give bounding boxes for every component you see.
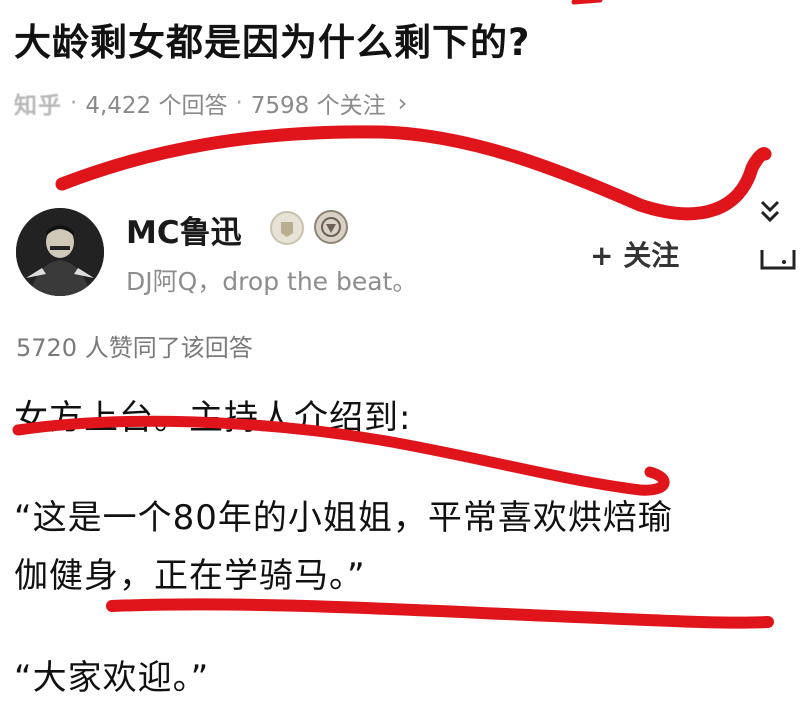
answers-count[interactable]: 4,422 个回答 bbox=[85, 86, 227, 120]
separator: · bbox=[235, 90, 243, 116]
red-marker-stroke bbox=[55, 125, 772, 221]
comment-icon[interactable] bbox=[760, 250, 796, 270]
likes-count: 5720 人赞同了该回答 bbox=[16, 334, 253, 362]
follow-button[interactable]: + 关注 bbox=[590, 234, 679, 274]
achievement-badge-glyph bbox=[321, 217, 341, 237]
medal-badge-glyph bbox=[281, 222, 293, 237]
answer-paragraph: “这是一个80年的小姐姐，平常喜欢烘焙瑜 bbox=[14, 498, 673, 538]
question-title[interactable]: 大龄剩女都是因为什么剩下的? bbox=[14, 12, 530, 66]
avatar[interactable] bbox=[16, 208, 104, 296]
answer-paragraph: “大家欢迎。” bbox=[14, 658, 210, 698]
source-label: 知乎 bbox=[14, 93, 62, 119]
chevron-right-icon[interactable]: › bbox=[398, 89, 408, 117]
achievement-badge-icon[interactable] bbox=[314, 210, 348, 244]
side-action-icons bbox=[760, 200, 796, 270]
separator: · bbox=[70, 90, 78, 116]
answer-paragraph: 女方上台。主持人介绍到: bbox=[14, 398, 412, 438]
author-name[interactable]: MC鲁迅 bbox=[126, 207, 242, 252]
author-bio: DJ阿Q，drop the beat。 bbox=[126, 267, 418, 296]
followers-count[interactable]: 7598 个关注 bbox=[251, 86, 386, 120]
medal-badge-icon[interactable] bbox=[270, 211, 304, 245]
double-chevron-down-icon[interactable] bbox=[760, 200, 780, 223]
avatar-portrait-icon bbox=[16, 208, 104, 296]
answer-paragraph: 伽健身，正在学骑马。” bbox=[14, 556, 366, 596]
red-marker-stroke bbox=[571, 0, 603, 5]
red-marker-stroke bbox=[106, 598, 774, 629]
question-meta: 知乎 · 4,422 个回答 · 7598 个关注 › bbox=[14, 86, 407, 120]
